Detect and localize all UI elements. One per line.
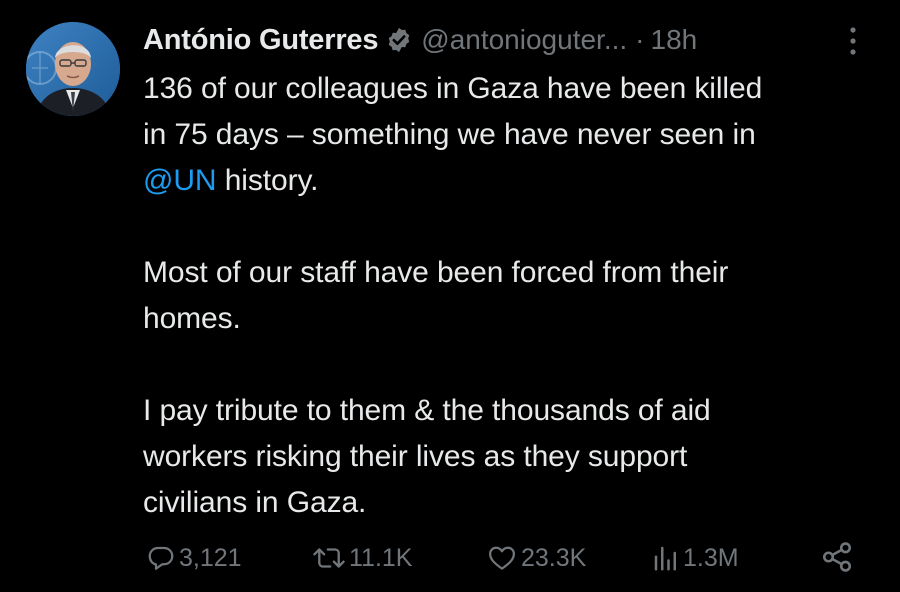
like-button[interactable]: 23.3K [486,536,586,580]
tweet-line: @UN history. [143,158,873,204]
tweet[interactable]: António Guterres @antonioguter... · 18h … [0,0,900,592]
avatar-photo [26,22,120,116]
reply-button[interactable]: 3,121 [146,536,242,580]
tweet-line: workers risking their lives as they supp… [143,440,688,473]
tweet-line: in 75 days – something we have never see… [143,118,756,151]
action-bar: 3,121 11.1K 23.3K 1.3M [0,536,900,580]
mention-link[interactable]: @UN [143,164,217,197]
views-count: 1.3M [683,543,739,572]
heart-icon [489,546,515,570]
author-handle[interactable]: @antonioguter... [421,24,627,56]
verified-badge-icon[interactable] [385,26,413,54]
tweet-line: Most of our staff have been forced from … [143,256,729,289]
repost-button[interactable]: 11.1K [312,536,412,580]
tweet-line-rest: history. [216,164,319,197]
tweet-line: I pay tribute to them & the thousands of… [143,394,711,427]
share-icon[interactable] [820,540,854,574]
reply-count: 3,121 [179,543,242,572]
tweet-line: homes. [143,302,241,335]
avatar[interactable] [26,22,120,116]
tweet-text: 136 of our colleagues in Gaza have been … [143,66,873,526]
reply-icon [148,546,174,570]
repost-icon [313,548,345,568]
author-name[interactable]: António Guterres [143,24,378,57]
tweet-header: António Guterres @antonioguter... · 18h [143,18,863,62]
like-count: 23.3K [521,543,587,572]
time-separator: · [635,24,645,55]
tweet-line: civilians in Gaza. [143,486,367,519]
tweet-line: 136 of our colleagues in Gaza have been … [143,72,763,105]
repost-count: 11.1K [349,543,413,572]
views-chart-icon [654,546,676,571]
views-button[interactable]: 1.3M [652,536,739,580]
tweet-timestamp[interactable]: 18h [651,24,698,56]
more-vertical-icon[interactable] [846,26,860,56]
